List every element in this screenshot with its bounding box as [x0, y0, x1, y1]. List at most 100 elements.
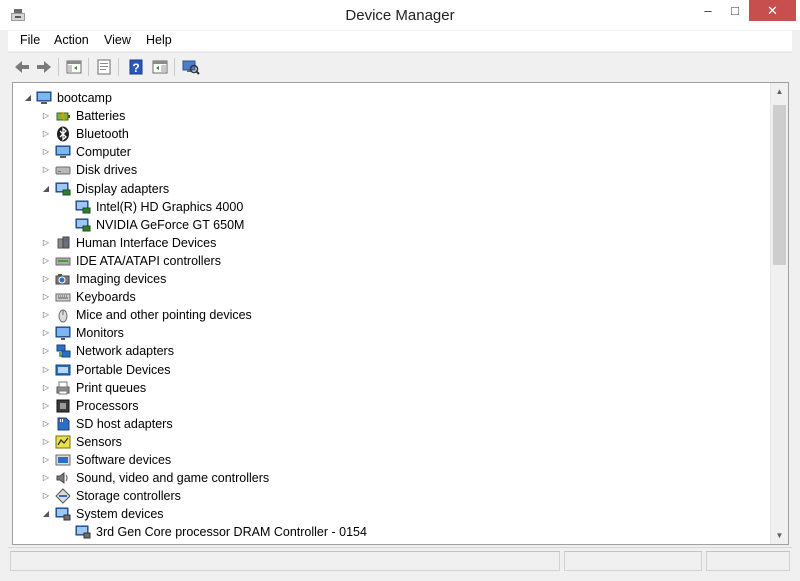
expand-arrow-icon[interactable]: ▷ [41, 107, 51, 125]
expand-arrow-icon[interactable]: ▷ [41, 125, 51, 143]
collapse-arrow-icon[interactable]: ◢ [41, 180, 51, 198]
close-button[interactable]: ✕ [749, 0, 796, 21]
tree-item-label: Imaging devices [76, 272, 167, 286]
device-tree-panel: ◢ bootcamp ▷ Batteries ▷ Bluetooth ▷ Computer ▷ D… [12, 82, 789, 545]
show-hide-tree-icon[interactable] [64, 57, 84, 77]
tree-root-item[interactable]: ◢ bootcamp [13, 89, 771, 107]
toolbar-separator [58, 58, 59, 76]
expand-arrow-icon[interactable]: ▷ [41, 361, 51, 379]
tree-item-label: SD host adapters [76, 416, 173, 431]
tree-category-item[interactable]: ◢ System devices [13, 505, 771, 523]
tree-category-item[interactable]: ▷ IDE ATA/ATAPI controllers [13, 252, 771, 270]
maximize-button[interactable]: □ [722, 0, 748, 21]
speaker-icon [55, 470, 71, 486]
tree-category-item[interactable]: ▷ Sensors [13, 433, 771, 451]
expand-arrow-icon[interactable]: ▷ [41, 306, 51, 324]
system-device-icon [55, 506, 71, 522]
scan-hardware-icon[interactable] [180, 57, 200, 77]
tree-category-item[interactable]: ▷ Software devices [13, 451, 771, 469]
scrollbar-thumb[interactable] [773, 105, 786, 265]
tree-device-item[interactable]: 3rd Gen Core processor DRAM Controller -… [13, 523, 771, 541]
tree-item-label: Monitors [76, 326, 124, 341]
menu-file[interactable]: File [18, 33, 42, 47]
tree-category-item[interactable]: ◢ Display adapters [13, 180, 771, 198]
expand-arrow-icon[interactable]: ▷ [41, 270, 51, 288]
tree-category-item[interactable]: ▷ Sound, video and game controllers [13, 469, 771, 487]
processor-icon [55, 398, 71, 414]
collapse-arrow-icon[interactable]: ◢ [23, 89, 33, 107]
expand-arrow-icon[interactable]: ▷ [41, 397, 51, 415]
mouse-icon [55, 307, 71, 323]
tree-category-item[interactable]: ▷ Monitors [13, 324, 771, 342]
tree-category-item[interactable]: ▷ Mice and other pointing devices [13, 306, 771, 324]
expand-arrow-icon[interactable]: ▷ [41, 379, 51, 397]
device-tree[interactable]: ◢ bootcamp ▷ Batteries ▷ Bluetooth ▷ Computer ▷ D… [13, 83, 771, 544]
tree-category-item[interactable]: ▷ Network adapters [13, 342, 771, 360]
expand-arrow-icon[interactable]: ▷ [41, 415, 51, 433]
tree-category-item[interactable]: ▷ Print queues [13, 379, 771, 397]
help-icon[interactable]: ? [126, 57, 146, 77]
expand-arrow-icon[interactable]: ▷ [41, 288, 51, 306]
forward-arrow-icon[interactable] [34, 57, 54, 77]
network-adapter-icon [55, 343, 71, 359]
tree-item-label: Print queues [76, 380, 147, 395]
keyboard-icon [55, 289, 71, 305]
monitor-icon [55, 325, 71, 341]
tree-category-item[interactable]: ▷ Human Interface Devices [13, 234, 771, 252]
hid-icon [55, 235, 71, 251]
properties-icon[interactable] [94, 57, 114, 77]
tree-item-label: Storage controllers [76, 489, 181, 504]
menu-bar: File Action View Help [8, 31, 792, 51]
vertical-scrollbar[interactable]: ▲ ▼ [770, 83, 788, 544]
expand-arrow-icon[interactable]: ▷ [41, 143, 51, 161]
expand-arrow-icon[interactable]: ▷ [41, 161, 51, 179]
expand-arrow-icon[interactable]: ▷ [41, 433, 51, 451]
tree-category-item[interactable]: ▷ Processors [13, 397, 771, 415]
tree-category-item[interactable]: ▷ Computer [13, 143, 771, 161]
minimize-button[interactable]: – [695, 0, 721, 21]
expand-arrow-icon[interactable]: ▷ [41, 324, 51, 342]
tree-category-item[interactable]: ▷ Portable Devices [13, 361, 771, 379]
scroll-down-icon[interactable]: ▼ [771, 527, 788, 544]
toolbar-separator [118, 58, 119, 76]
toolbar: ? [8, 52, 792, 81]
status-bar [8, 547, 792, 573]
expand-arrow-icon[interactable]: ▷ [41, 234, 51, 252]
expand-arrow-icon[interactable]: ▷ [41, 252, 51, 270]
tree-category-item[interactable]: ▷ SD host adapters [13, 415, 771, 433]
tree-item-label: 3rd Gen Core processor DRAM Controller -… [96, 525, 367, 540]
menu-action[interactable]: Action [52, 33, 91, 47]
tree-item-label: Mice and other pointing devices [76, 308, 252, 323]
tree-category-item[interactable]: ▷ Batteries [13, 107, 771, 125]
computer-icon [36, 90, 52, 106]
expand-arrow-icon[interactable]: ▷ [41, 342, 51, 360]
tree-device-item[interactable]: NVIDIA GeForce GT 650M [13, 216, 771, 234]
sd-card-icon [55, 416, 71, 432]
tree-category-item[interactable]: ▷ Imaging devices [13, 270, 771, 288]
software-device-icon [55, 452, 71, 468]
expand-arrow-icon[interactable]: ▷ [41, 451, 51, 469]
back-arrow-icon[interactable] [12, 57, 32, 77]
tree-item-label: Batteries [76, 109, 126, 124]
update-driver-icon[interactable] [150, 57, 170, 77]
tree-device-item[interactable]: Intel(R) HD Graphics 4000 [13, 198, 771, 216]
tree-item-label: Sound, video and game controllers [76, 471, 270, 486]
tree-item-label: IDE ATA/ATAPI controllers [76, 253, 221, 268]
printer-icon [55, 380, 71, 396]
tree-item-label: Display adapters [76, 181, 170, 196]
tree-category-item[interactable]: ▷ Keyboards [13, 288, 771, 306]
tree-item-label: NVIDIA GeForce GT 650M [96, 217, 245, 232]
tree-category-item[interactable]: ▷ Disk drives [13, 161, 771, 179]
menu-help[interactable]: Help [144, 33, 174, 47]
expand-arrow-icon[interactable]: ▷ [41, 487, 51, 505]
sensor-icon [55, 434, 71, 450]
collapse-arrow-icon[interactable]: ◢ [41, 505, 51, 523]
expand-arrow-icon[interactable]: ▷ [41, 469, 51, 487]
tree-category-item[interactable]: ▷ Bluetooth [13, 125, 771, 143]
tree-item-label: Human Interface Devices [76, 235, 217, 250]
menu-view[interactable]: View [102, 33, 133, 47]
toolbar-separator [88, 58, 89, 76]
storage-controller-icon [55, 488, 71, 504]
tree-category-item[interactable]: ▷ Storage controllers [13, 487, 771, 505]
scroll-up-icon[interactable]: ▲ [771, 83, 788, 100]
